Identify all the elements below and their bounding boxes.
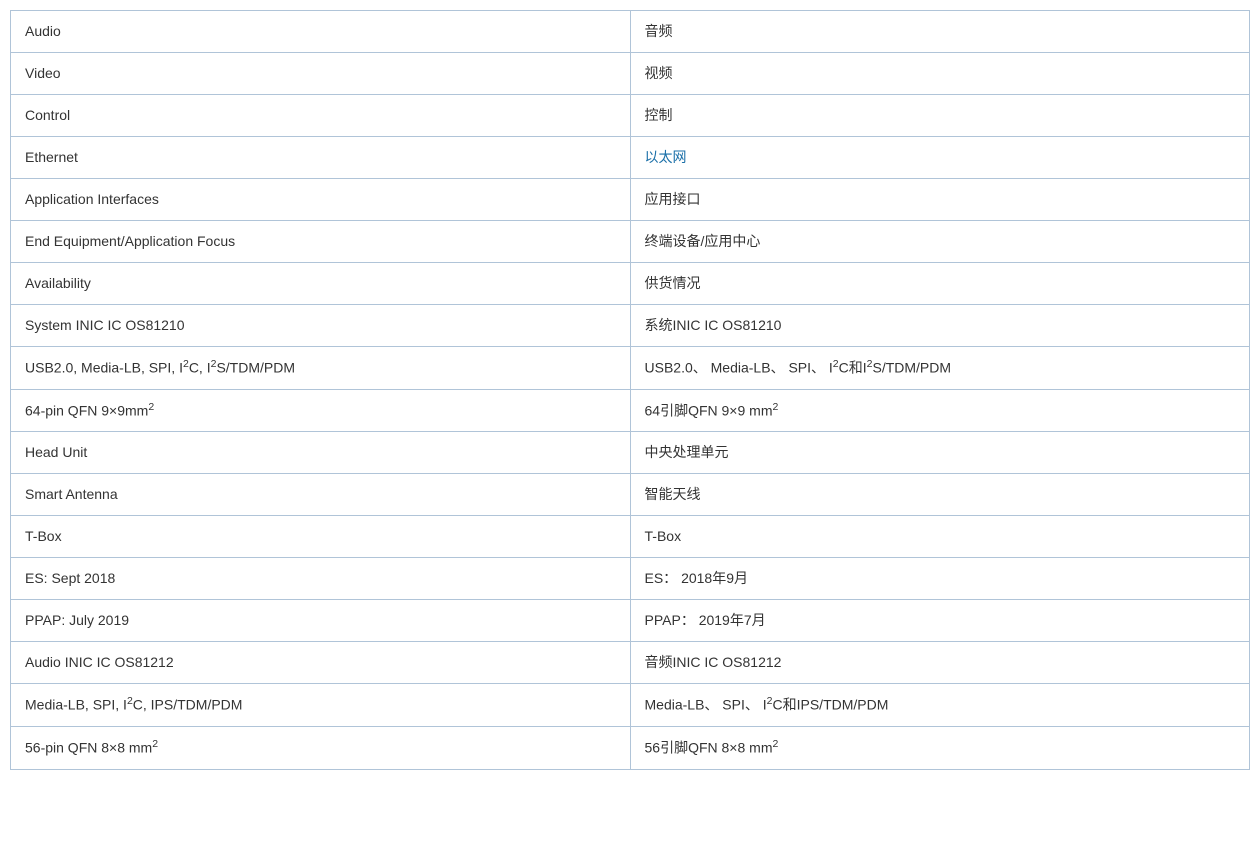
table-row: ES: Sept 2018ES： 2018年9月 — [11, 558, 1250, 600]
table-row: Ethernet 以太网 — [11, 137, 1250, 179]
col2-cell: Media-LB、 SPI、 I2C和IPS/TDM/PDM — [630, 684, 1250, 727]
col1-cell: Media-LB, SPI, I2C, IPS/TDM/PDM — [11, 684, 631, 727]
col1-cell: USB2.0, Media-LB, SPI, I2C, I2S/TDM/PDM — [11, 347, 631, 390]
table-row: Audio音频 — [11, 11, 1250, 53]
col1-cell: Application Interfaces — [11, 179, 631, 221]
col2-cell: 音频INIC IC OS81212 — [630, 642, 1250, 684]
col1-cell: PPAP: July 2019 — [11, 600, 631, 642]
data-table: Audio音频Video视频Control控制Ethernet 以太网 Applic… — [10, 10, 1250, 770]
col1-cell: Availability — [11, 263, 631, 305]
col1-cell: Head Unit — [11, 432, 631, 474]
table-row: Audio INIC IC OS81212音频INIC IC OS81212 — [11, 642, 1250, 684]
col2-cell: 控制 — [630, 95, 1250, 137]
col2-cell: T-Box — [630, 516, 1250, 558]
col2-cell: 供货情况 — [630, 263, 1250, 305]
col2-cell: PPAP： 2019年7月 — [630, 600, 1250, 642]
table-row: Head Unit中央处理单元 — [11, 432, 1250, 474]
table-row: PPAP: July 2019PPAP： 2019年7月 — [11, 600, 1250, 642]
table-row: End Equipment/Application Focus终端设备/应用中心 — [11, 221, 1250, 263]
table-row: System INIC IC OS81210系统INIC IC OS81210 — [11, 305, 1250, 347]
col1-cell: T-Box — [11, 516, 631, 558]
table-row: Control控制 — [11, 95, 1250, 137]
table-row: Availability供货情况 — [11, 263, 1250, 305]
col2-cell: 中央处理单元 — [630, 432, 1250, 474]
col2-cell: 终端设备/应用中心 — [630, 221, 1250, 263]
table-row: 56-pin QFN 8×8 mm256引脚QFN 8×8 mm2 — [11, 726, 1250, 769]
ethernet-link[interactable]: 以太网 — [645, 149, 687, 165]
col2-cell: 64引脚QFN 9×9 mm2 — [630, 389, 1250, 432]
col1-cell: System INIC IC OS81210 — [11, 305, 631, 347]
col2-cell: 视频 — [630, 53, 1250, 95]
table-row: Media-LB, SPI, I2C, IPS/TDM/PDMMedia-LB、… — [11, 684, 1250, 727]
table-row: Application Interfaces应用接口 — [11, 179, 1250, 221]
col1-cell: End Equipment/Application Focus — [11, 221, 631, 263]
col1-cell: Video — [11, 53, 631, 95]
col1-cell: Audio INIC IC OS81212 — [11, 642, 631, 684]
col1-cell: Audio — [11, 11, 631, 53]
table-row: USB2.0, Media-LB, SPI, I2C, I2S/TDM/PDMU… — [11, 347, 1250, 390]
col1-cell: 64-pin QFN 9×9mm2 — [11, 389, 631, 432]
col2-cell: 以太网 — [630, 137, 1250, 179]
col2-cell: 音频 — [630, 11, 1250, 53]
col1-cell: 56-pin QFN 8×8 mm2 — [11, 726, 631, 769]
col2-cell: 智能天线 — [630, 474, 1250, 516]
table-row: Smart Antenna智能天线 — [11, 474, 1250, 516]
table-row: 64-pin QFN 9×9mm264引脚QFN 9×9 mm2 — [11, 389, 1250, 432]
main-container: Audio音频Video视频Control控制Ethernet 以太网 Applic… — [0, 0, 1260, 780]
table-row: Video视频 — [11, 53, 1250, 95]
col1-cell: Control — [11, 95, 631, 137]
col1-cell: Ethernet — [11, 137, 631, 179]
col2-cell: 应用接口 — [630, 179, 1250, 221]
col2-cell: 系统INIC IC OS81210 — [630, 305, 1250, 347]
col2-cell: ES： 2018年9月 — [630, 558, 1250, 600]
col2-cell: USB2.0、 Media-LB、 SPI、 I2C和I2S/TDM/PDM — [630, 347, 1250, 390]
col2-cell: 56引脚QFN 8×8 mm2 — [630, 726, 1250, 769]
col1-cell: ES: Sept 2018 — [11, 558, 631, 600]
table-row: T-BoxT-Box — [11, 516, 1250, 558]
col1-cell: Smart Antenna — [11, 474, 631, 516]
